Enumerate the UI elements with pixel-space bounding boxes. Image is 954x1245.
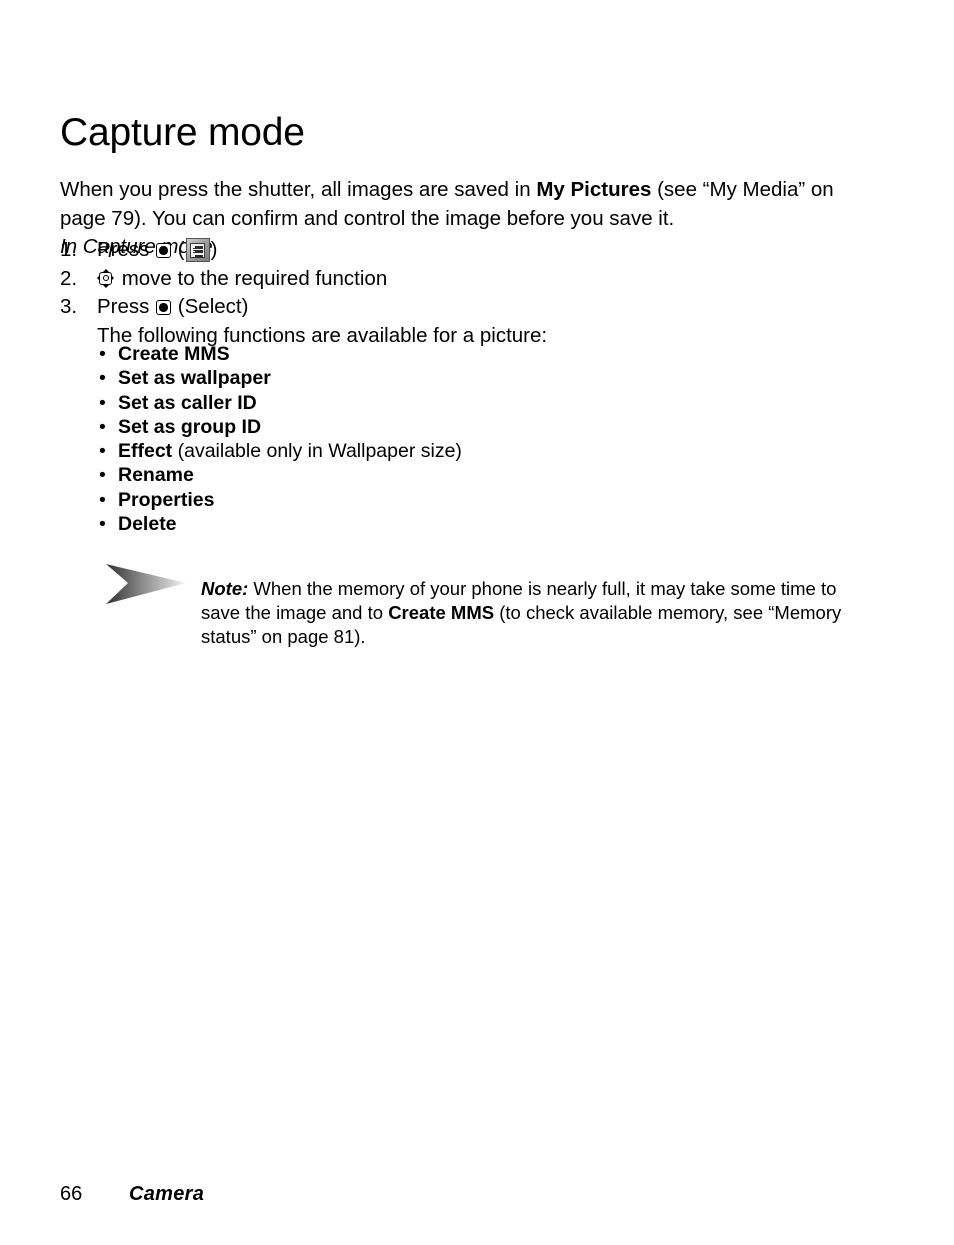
- note-bold-create-mms: Create MMS: [388, 601, 495, 623]
- bullet-icon: •: [99, 343, 106, 365]
- menu-key-icon: [185, 238, 210, 262]
- intro-bold-my-pictures: My Pictures: [536, 177, 652, 201]
- step-3: 3. Press (Select): [60, 293, 860, 321]
- nav-arrow-down-icon: [102, 284, 109, 288]
- list-item: • Rename: [97, 463, 857, 487]
- bullet-icon: •: [99, 464, 106, 487]
- step-3-number: 3.: [60, 295, 78, 318]
- function-name: Rename: [118, 464, 194, 487]
- bullet-icon: •: [99, 440, 106, 463]
- step-1: 1. Press (): [60, 236, 860, 264]
- menu-row-2: [192, 250, 204, 253]
- intro-text-part1: When you press the shutter, all images a…: [60, 177, 537, 201]
- step-2-text-after: move to the required function: [116, 266, 388, 290]
- function-name: Effect: [118, 440, 173, 463]
- page-footer: 66 Camera: [60, 1181, 900, 1207]
- step-1-number: 1.: [60, 238, 78, 261]
- select-key-icon: [156, 300, 172, 315]
- intro-paragraph: When you press the shutter, all images a…: [60, 175, 850, 233]
- list-item: • Set as wallpaper: [97, 366, 857, 390]
- step-1-text-middle: (: [172, 238, 185, 261]
- footer-section-name: Camera: [129, 1183, 205, 1205]
- numbered-steps-list: 1. Press () 2. move to the required funct…: [60, 236, 860, 350]
- bullet-icon: •: [99, 367, 106, 390]
- select-key-icon: [156, 243, 172, 258]
- step-3-text-after: (Select): [172, 295, 249, 318]
- bullet-icon: •: [99, 488, 106, 511]
- list-item: • Effect (available only in Wallpaper siz…: [97, 439, 857, 463]
- nav-key-center-dot: [102, 275, 109, 281]
- page-title: Capture mode: [60, 111, 305, 155]
- bullet-icon: •: [99, 391, 106, 414]
- list-item: • Set as caller ID: [97, 391, 857, 415]
- list-item: • Set as group ID: [97, 415, 857, 439]
- step-1-text-after: ): [210, 238, 218, 261]
- list-item: • Properties: [97, 488, 857, 512]
- nav-key-box: [99, 271, 112, 285]
- function-note: (available only in Wallpaper size): [172, 440, 462, 463]
- note-text: Note: When the memory of your phone is n…: [201, 577, 851, 649]
- function-name: Set as wallpaper: [118, 367, 271, 390]
- navigation-key-icon: [97, 268, 114, 288]
- available-functions-list: • Create MMS • Set as wallpaper • Set as ca…: [97, 342, 857, 536]
- menu-row-3: [192, 254, 204, 258]
- function-name: Properties: [118, 488, 215, 511]
- step-2-number: 2.: [60, 266, 78, 290]
- list-item: • Delete: [97, 512, 857, 536]
- document-page: Capture mode When you press the shutter,…: [0, 0, 954, 1245]
- function-name: Set as caller ID: [118, 391, 257, 414]
- bullet-icon: •: [99, 415, 106, 438]
- bullet-icon: •: [99, 513, 106, 536]
- footer-page-number: 66: [60, 1183, 83, 1205]
- function-name: Delete: [118, 513, 177, 536]
- note-arrow-icon: [106, 564, 186, 604]
- step-1-text-before: Press: [97, 238, 156, 261]
- function-name: Set as group ID: [118, 415, 262, 438]
- function-name: Create MMS: [118, 343, 230, 365]
- step-3-text-before: Press: [97, 295, 156, 318]
- menu-row-1: [192, 245, 204, 249]
- menu-key-inner: [190, 242, 206, 258]
- note-label: Note:: [201, 577, 249, 599]
- step-2: 2. move to the required function: [60, 265, 860, 293]
- list-item: • Create MMS: [97, 342, 857, 366]
